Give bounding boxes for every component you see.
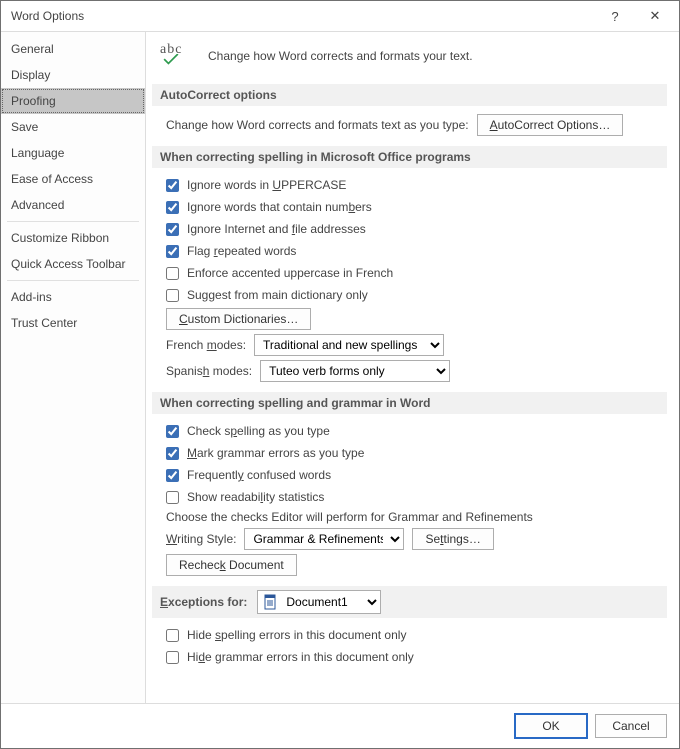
category-sidebar: General Display Proofing Save Language E… [1, 32, 146, 703]
content-pane: abc Change how Word corrects and formats… [146, 32, 679, 703]
cb-readability[interactable]: Show readability statistics [166, 488, 324, 506]
close-icon: ✕ [650, 8, 661, 24]
word-options-dialog: Word Options ? ✕ General Display Proofin… [0, 0, 680, 749]
sidebar-item-advanced[interactable]: Advanced [1, 192, 145, 218]
sidebar-separator [7, 221, 139, 222]
autocorrect-options-button[interactable]: AutoCorrect Options… [477, 114, 624, 136]
sidebar-item-customize-ribbon[interactable]: Customize Ribbon [1, 225, 145, 251]
cb-check-spelling[interactable]: Check spelling as you type [166, 422, 330, 440]
sidebar-item-display[interactable]: Display [1, 62, 145, 88]
cb-main-dictionary[interactable]: Suggest from main dictionary only [166, 286, 368, 304]
intro-text: Change how Word corrects and formats you… [208, 49, 473, 63]
spanish-modes-select[interactable]: Tuteo verb forms only [260, 360, 450, 382]
sidebar-item-general[interactable]: General [1, 36, 145, 62]
ok-button[interactable]: OK [515, 714, 587, 738]
cb-hide-grammar[interactable]: Hide grammar errors in this document onl… [166, 648, 414, 666]
sidebar-item-trust-center[interactable]: Trust Center [1, 310, 145, 336]
titlebar: Word Options ? ✕ [1, 1, 679, 31]
sidebar-item-proofing[interactable]: Proofing [1, 88, 145, 114]
sidebar-item-quick-access-toolbar[interactable]: Quick Access Toolbar [1, 251, 145, 277]
dialog-footer: OK Cancel [1, 703, 679, 748]
sidebar-item-add-ins[interactable]: Add-ins [1, 284, 145, 310]
cb-ignore-uppercase[interactable]: Ignore words in UPPERCASE [166, 176, 346, 194]
cb-ignore-numbers[interactable]: Ignore words that contain numbers [166, 198, 372, 216]
cancel-button[interactable]: Cancel [595, 714, 667, 738]
exceptions-doc-select[interactable]: Document1 [257, 590, 381, 614]
sidebar-item-ease-of-access[interactable]: Ease of Access [1, 166, 145, 192]
sidebar-item-language[interactable]: Language [1, 140, 145, 166]
sidebar-item-save[interactable]: Save [1, 114, 145, 140]
autocorrect-line: Change how Word corrects and formats tex… [166, 114, 667, 136]
close-button[interactable]: ✕ [635, 2, 675, 30]
document-icon [262, 594, 278, 610]
spanish-modes-label: Spanish modes: [166, 364, 252, 378]
sidebar-separator [7, 280, 139, 281]
help-icon: ? [611, 9, 618, 24]
custom-dictionaries-button[interactable]: Custom Dictionaries… [166, 308, 311, 330]
cb-flag-repeated[interactable]: Flag repeated words [166, 242, 296, 260]
section-autocorrect-header: AutoCorrect options [152, 84, 667, 106]
cb-french-accent[interactable]: Enforce accented uppercase in French [166, 264, 393, 282]
choose-checks-line: Choose the checks Editor will perform fo… [166, 510, 667, 524]
window-title: Word Options [11, 9, 595, 23]
cb-hide-spelling[interactable]: Hide spelling errors in this document on… [166, 626, 406, 644]
help-button[interactable]: ? [595, 2, 635, 30]
section-word-header: When correcting spelling and grammar in … [152, 392, 667, 414]
writing-style-label: Writing Style: [166, 532, 236, 546]
writing-style-select[interactable]: Grammar & Refinements [244, 528, 404, 550]
recheck-document-button[interactable]: Recheck Document [166, 554, 297, 576]
intro-row: abc Change how Word corrects and formats… [160, 42, 667, 70]
section-exceptions-header: Exceptions for: Document1 [152, 586, 667, 618]
cb-mark-grammar[interactable]: Mark grammar errors as you type [166, 444, 364, 462]
cb-confused-words[interactable]: Frequently confused words [166, 466, 331, 484]
french-modes-select[interactable]: Traditional and new spellings [254, 334, 444, 356]
settings-button[interactable]: Settings… [412, 528, 493, 550]
section-office-header: When correcting spelling in Microsoft Of… [152, 146, 667, 168]
french-modes-label: French modes: [166, 338, 246, 352]
proofing-icon: abc [160, 42, 194, 70]
cb-ignore-internet[interactable]: Ignore Internet and file addresses [166, 220, 366, 238]
